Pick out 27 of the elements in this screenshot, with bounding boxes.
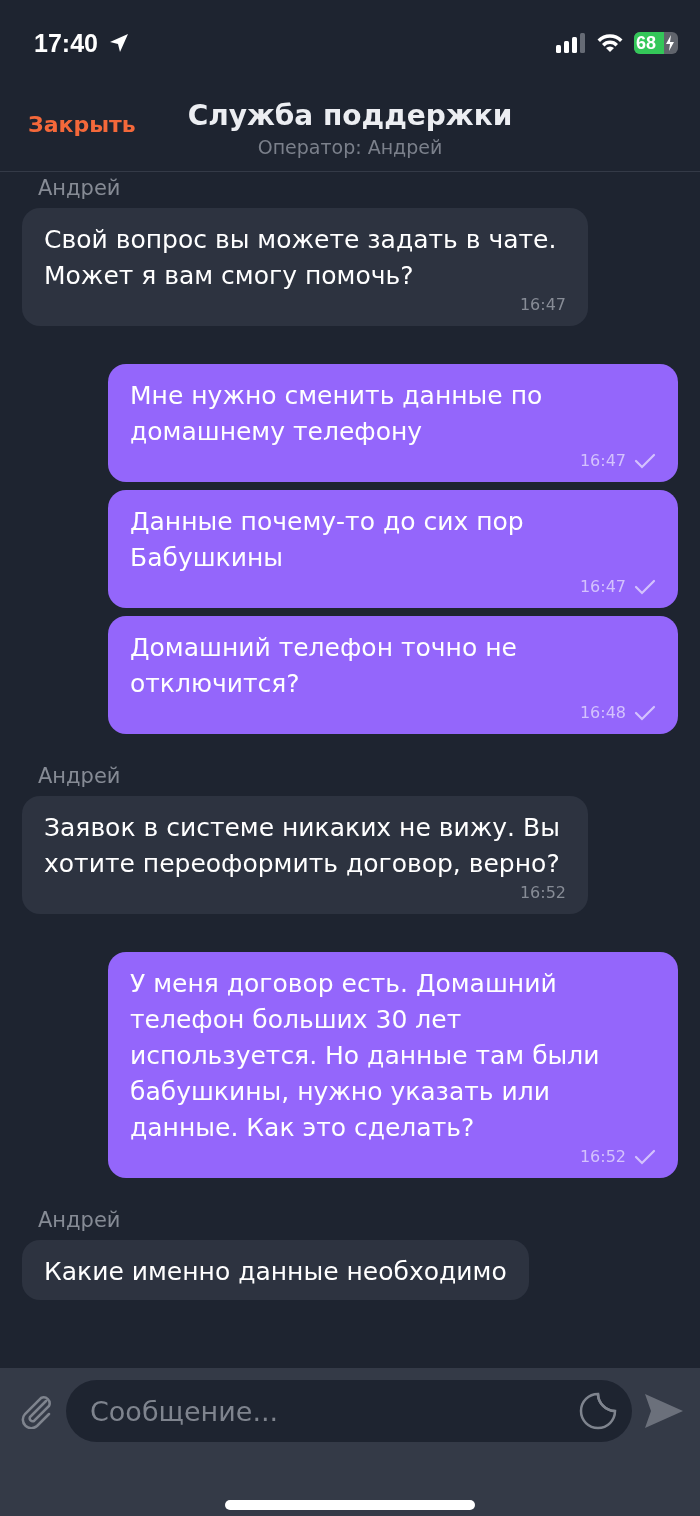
message-text: Мне нужно сменить данные по домашнему телефону bbox=[130, 380, 544, 448]
wifi-icon bbox=[596, 33, 624, 53]
chat-title: Служба поддержки bbox=[187, 99, 513, 132]
message-time: 16:48 bbox=[579, 702, 626, 724]
message-time: 16:52 bbox=[579, 1146, 626, 1168]
message-text: Заявок в системе никаких не вижу. Вы хотите переоформить договор, верно? bbox=[44, 812, 561, 880]
message-input[interactable]: Сообщение... bbox=[88, 1394, 578, 1428]
sender-name: Андрей bbox=[38, 1208, 122, 1232]
sticker-icon[interactable] bbox=[578, 1391, 618, 1431]
signal-icon bbox=[556, 33, 586, 53]
sender-name: Андрей bbox=[38, 176, 122, 200]
message-time: 16:47 bbox=[579, 576, 626, 598]
status-time: 17:40 bbox=[34, 28, 98, 58]
message-text: У меня договор есть. Домашний телефон больших 30 лет используется. Но данные там были бабушкины, нужно указать или данные. Как это сделать? bbox=[130, 968, 601, 1144]
sender-name: Андрей bbox=[38, 764, 122, 788]
send-icon[interactable] bbox=[644, 1393, 684, 1429]
message-text: Данные почему-то до сих пор Бабушкины bbox=[130, 506, 525, 574]
message-time: 16:47 bbox=[519, 294, 566, 316]
message-time: 16:47 bbox=[579, 450, 626, 472]
close-button[interactable]: Закрыть bbox=[28, 112, 136, 137]
message-field[interactable]: Сообщение... bbox=[66, 1380, 632, 1442]
message-text: Домашний телефон точно не отключится? bbox=[130, 632, 518, 700]
message-text: Какие именно данные необходимо bbox=[44, 1256, 507, 1288]
chat-subtitle: Оператор: Андрей bbox=[257, 136, 443, 158]
message-time: 16:52 bbox=[519, 882, 566, 904]
message-text: Свой вопрос вы можете задать в чате. Может я вам смогу помочь? bbox=[44, 224, 558, 292]
battery-icon: 68 bbox=[634, 32, 678, 54]
